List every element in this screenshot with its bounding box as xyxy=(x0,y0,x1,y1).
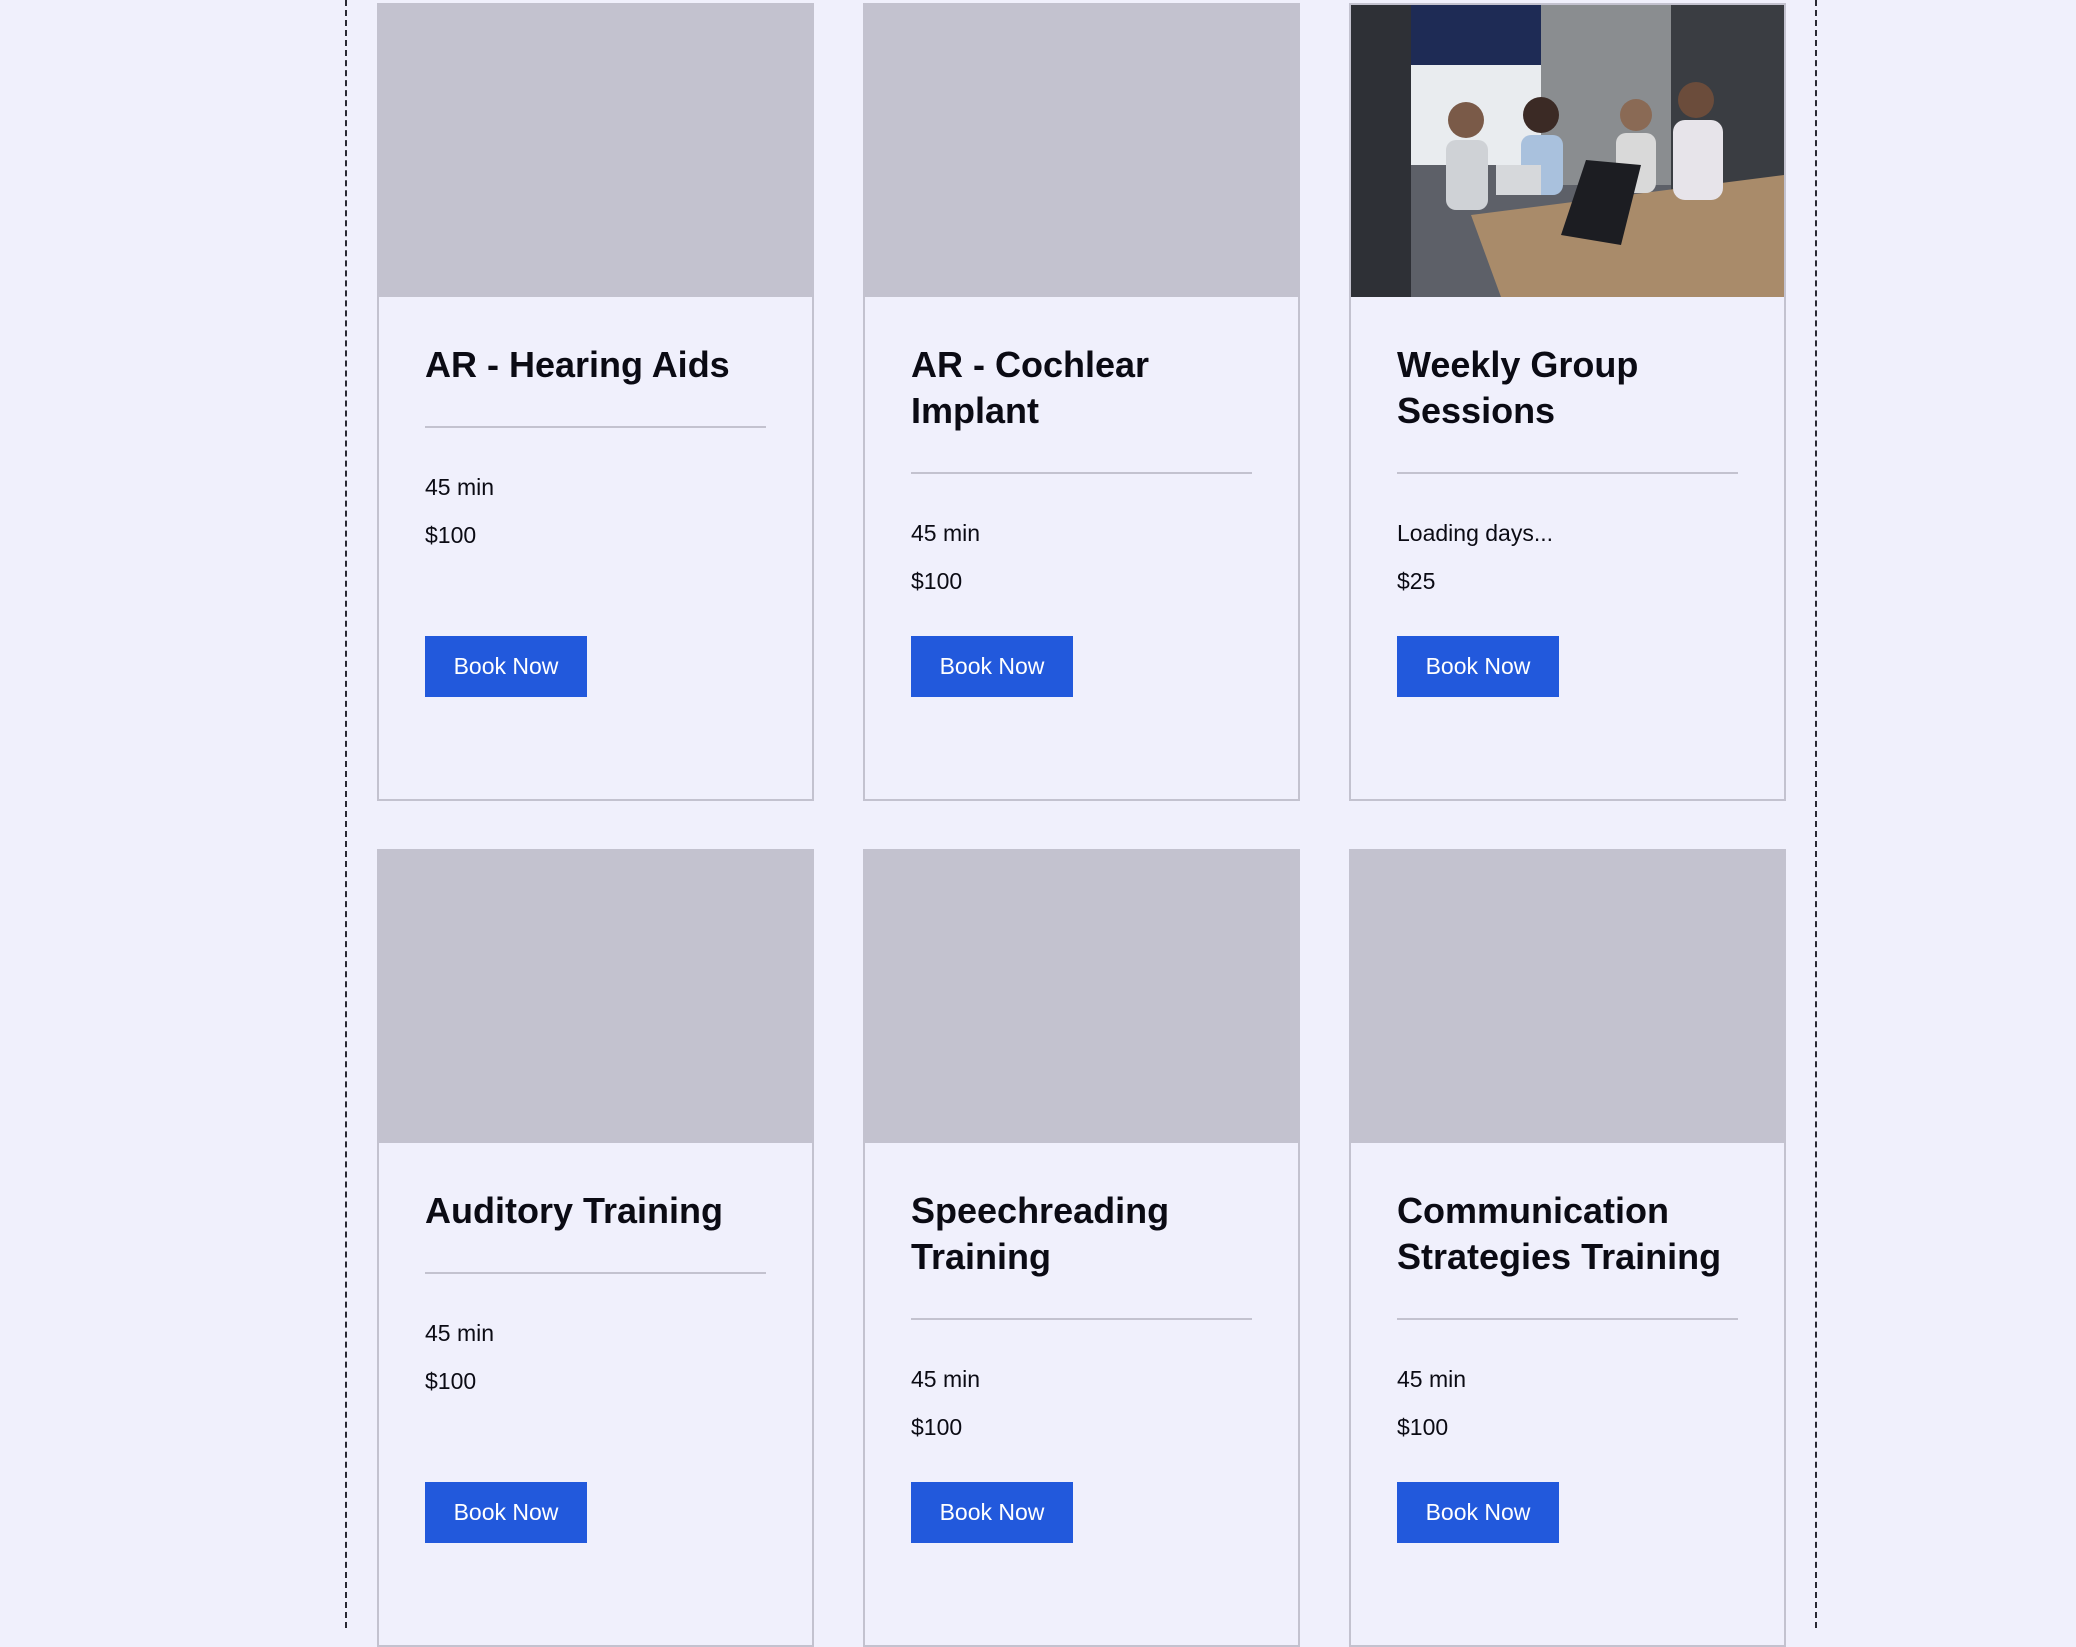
service-title[interactable]: Weekly Group Sessions xyxy=(1397,342,1738,434)
layout-guide-right xyxy=(1815,0,1817,1628)
service-title[interactable]: AR - Cochlear Implant xyxy=(911,342,1252,434)
service-duration: 45 min xyxy=(425,474,495,500)
meeting-photo-illustration xyxy=(1351,5,1784,297)
divider xyxy=(1397,1318,1738,1320)
service-duration: 45 min xyxy=(425,1320,495,1346)
service-price: $100 xyxy=(911,568,963,594)
book-now-button[interactable]: Book Now xyxy=(425,1482,587,1543)
service-price: $100 xyxy=(425,1368,477,1394)
meeting-photo[interactable] xyxy=(1351,5,1784,297)
service-card-cochlear-implant: AR - Cochlear Implant 45 min $100 Book N… xyxy=(863,3,1300,801)
service-card-auditory-training: Auditory Training 45 min $100 Book Now xyxy=(377,849,814,1647)
book-now-button[interactable]: Book Now xyxy=(911,1482,1073,1543)
service-card-speechreading-training: Speechreading Training 45 min $100 Book … xyxy=(863,849,1300,1647)
layout-guide-left xyxy=(345,0,347,1628)
service-title[interactable]: Speechreading Training xyxy=(911,1188,1252,1280)
service-list: AR - Hearing Aids 45 min $100 Book Now A… xyxy=(377,3,1786,1647)
service-title[interactable]: Communication Strategies Training xyxy=(1397,1188,1738,1280)
service-price: $100 xyxy=(1397,1414,1449,1440)
service-price: $100 xyxy=(425,522,477,548)
service-image-placeholder[interactable] xyxy=(865,5,1298,297)
service-image-placeholder[interactable] xyxy=(379,5,812,297)
service-image-placeholder[interactable] xyxy=(1351,851,1784,1143)
service-title[interactable]: Auditory Training xyxy=(425,1188,766,1234)
service-card-weekly-group-sessions: Weekly Group Sessions Loading days... $2… xyxy=(1349,3,1786,801)
service-image-placeholder[interactable] xyxy=(379,851,812,1143)
divider xyxy=(911,1318,1252,1320)
service-price: $25 xyxy=(1397,568,1436,594)
service-duration: 45 min xyxy=(911,520,981,546)
divider xyxy=(425,426,766,428)
service-card-hearing-aids: AR - Hearing Aids 45 min $100 Book Now xyxy=(377,3,814,801)
divider xyxy=(425,1272,766,1274)
service-duration: 45 min xyxy=(911,1366,981,1392)
book-now-button[interactable]: Book Now xyxy=(1397,1482,1559,1543)
service-card-communication-strategies: Communication Strategies Training 45 min… xyxy=(1349,849,1786,1647)
service-price: $100 xyxy=(911,1414,963,1440)
service-image-placeholder[interactable] xyxy=(865,851,1298,1143)
book-now-button[interactable]: Book Now xyxy=(425,636,587,697)
service-title[interactable]: AR - Hearing Aids xyxy=(425,342,766,388)
book-now-button[interactable]: Book Now xyxy=(1397,636,1559,697)
book-now-button[interactable]: Book Now xyxy=(911,636,1073,697)
divider xyxy=(1397,472,1738,474)
divider xyxy=(911,472,1252,474)
service-duration: 45 min xyxy=(1397,1366,1467,1392)
service-availability: Loading days... xyxy=(1397,520,1554,546)
